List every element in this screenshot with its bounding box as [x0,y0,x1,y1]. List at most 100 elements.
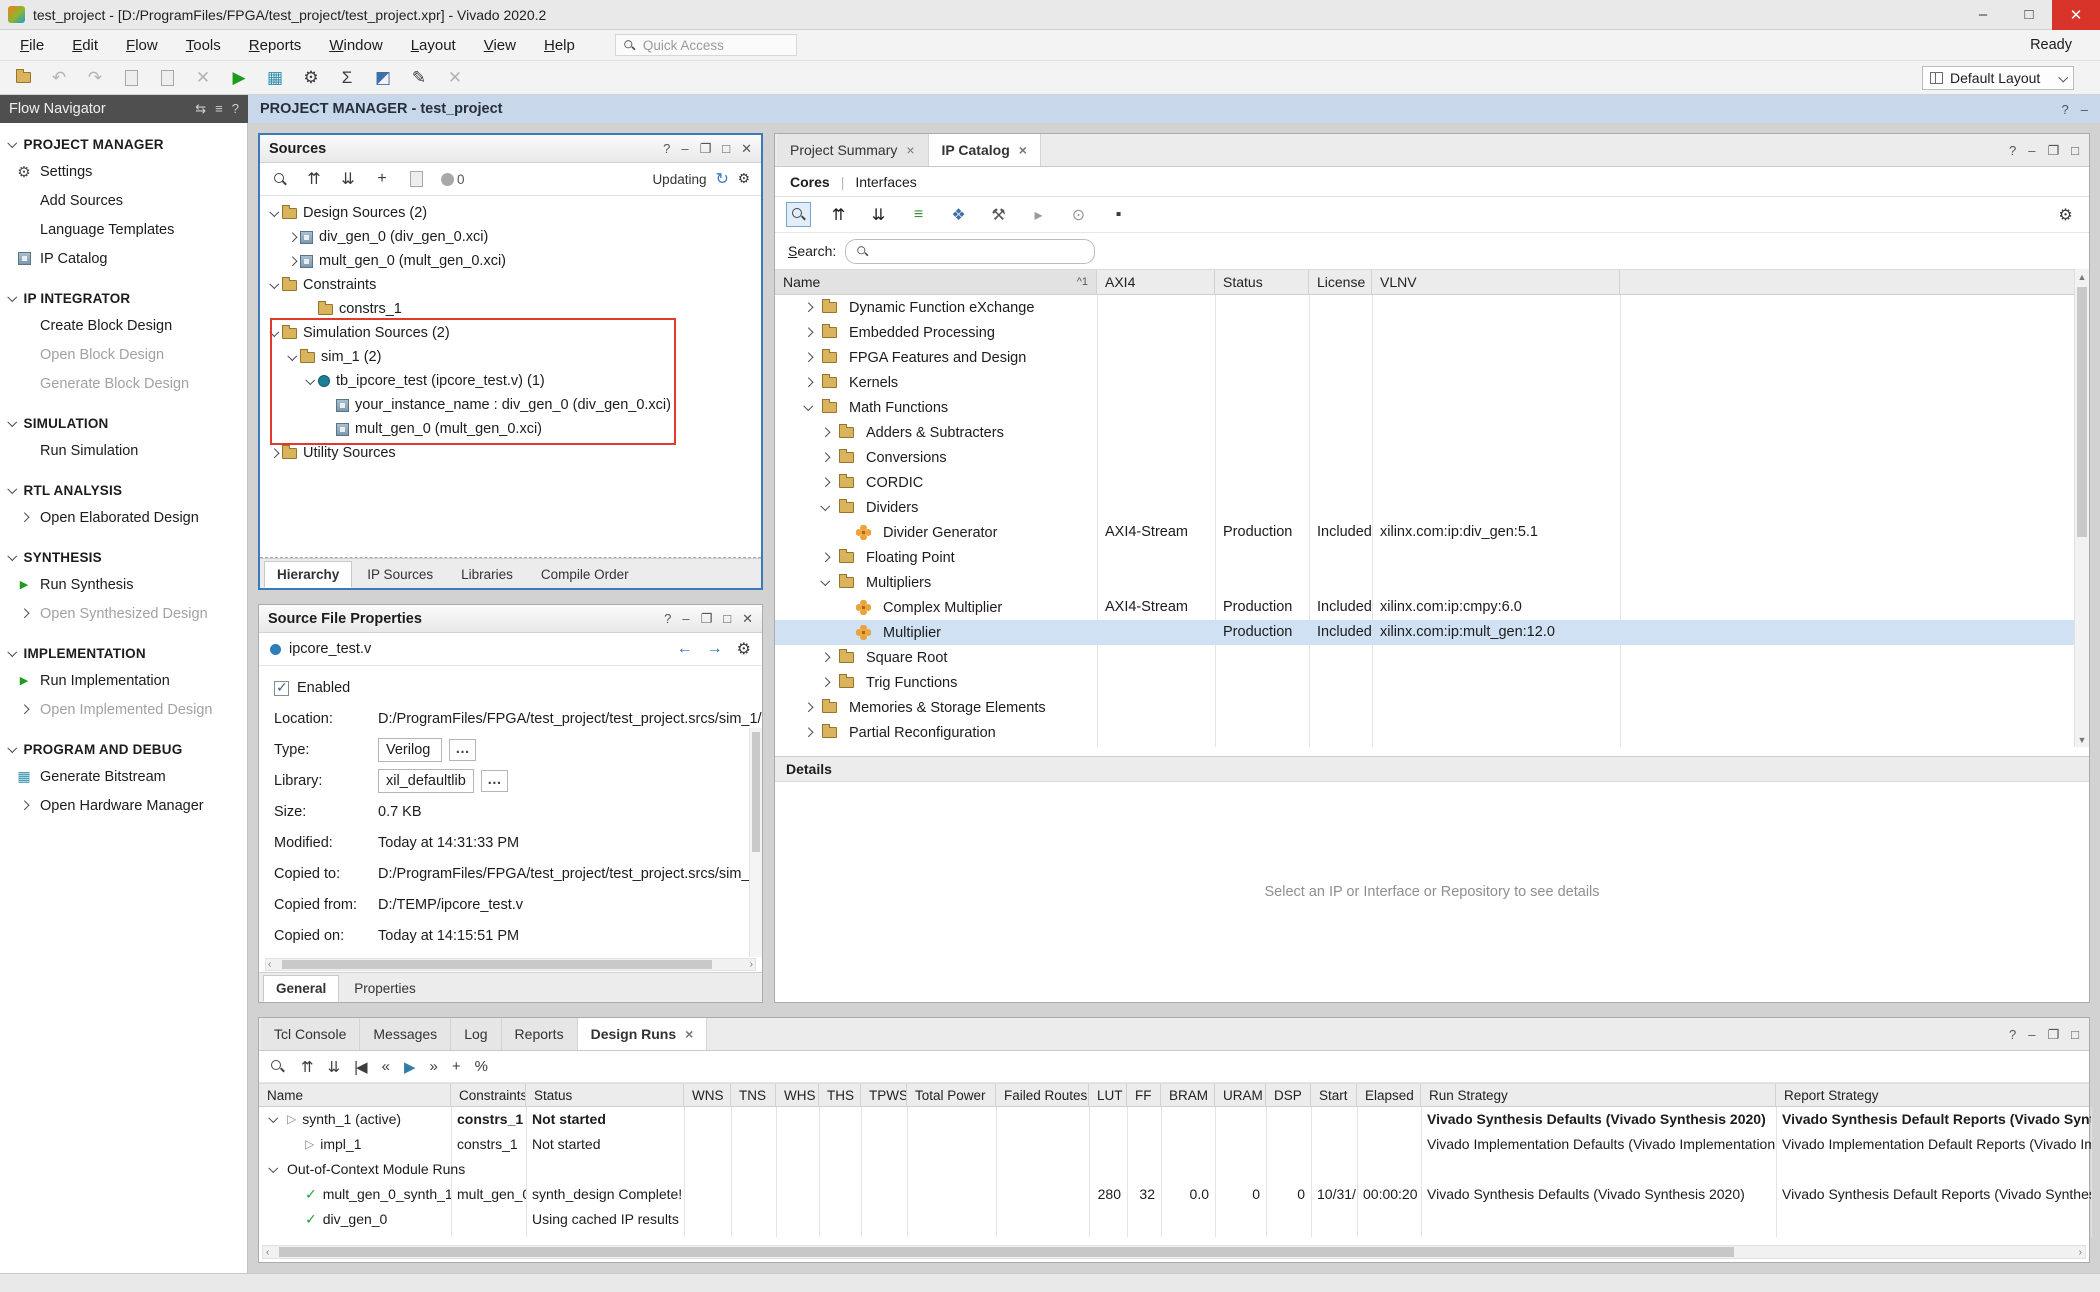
column-header-license[interactable]: License [1309,270,1372,294]
chevron-down-icon[interactable] [800,404,816,411]
chevron-right-icon[interactable] [817,654,833,661]
chevron-down-icon[interactable] [8,292,17,301]
chevron-down-icon[interactable] [817,504,833,511]
maximize-button[interactable]: □ [2006,0,2052,30]
flow-section-ip-integrator[interactable]: IP INTEGRATOR [0,285,247,311]
chevron-right-icon[interactable] [817,429,833,436]
flow-item-run-simulation[interactable]: Run Simulation [0,436,247,465]
design-run-row[interactable]: ✓div_gen_0Using cached IP results [259,1207,2089,1232]
flow-item-open-implemented-design[interactable]: Open Implemented Design [0,695,247,724]
chevron-right-icon[interactable] [19,609,28,618]
column-header-name[interactable]: Name [259,1084,451,1106]
minimize-icon[interactable]: – [2081,102,2088,117]
settings-icon[interactable]: ⚙ [2053,202,2078,227]
ip-catalog-row[interactable]: Embedded Processing [775,320,2089,345]
flow-item-open-block-design[interactable]: Open Block Design [0,340,247,369]
column-header-total-power[interactable]: Total Power [907,1084,996,1106]
forward-icon[interactable]: → [707,640,723,658]
subtab-cores[interactable]: Cores [790,174,830,190]
source-tree-item[interactable]: constrs_1 [260,297,761,321]
scroll-right-icon[interactable]: › [750,959,753,970]
column-header-uram[interactable]: URAM [1215,1084,1266,1106]
ip-catalog-row[interactable]: MultiplierProductionIncludedxilinx.com:i… [775,620,2089,645]
help-icon[interactable]: ? [2009,1027,2016,1042]
chevron-right-icon[interactable] [287,256,296,265]
design-run-row[interactable]: ▷synth_1 (active)constrs_1Not startedViv… [259,1107,2089,1132]
menu-window[interactable]: Window [315,30,396,61]
scroll-left-icon[interactable]: ‹ [266,1247,269,1258]
gear-icon[interactable]: ⚙ [737,639,751,659]
goto-first-icon[interactable]: |◀ [354,1058,365,1076]
settings-icon[interactable]: ⚙ [300,67,322,89]
quick-access-search[interactable]: Quick Access [615,34,797,56]
expand-all-icon[interactable]: ⇊ [328,1058,339,1076]
target-icon[interactable]: ⊙ [1066,202,1091,227]
vertical-scrollbar[interactable]: ▲ ▼ [2074,269,2089,747]
layout-selector[interactable]: Default Layout [1922,66,2074,90]
help-icon[interactable]: ? [2009,143,2016,158]
menu-flow[interactable]: Flow [112,30,172,61]
close-tab-icon[interactable]: × [685,1026,693,1042]
tab-log[interactable]: Log [451,1018,501,1050]
source-tree-item[interactable]: div_gen_0 (div_gen_0.xci) [260,225,761,249]
float-icon[interactable]: ❐ [700,141,712,157]
timing-icon[interactable]: ◩ [372,67,394,89]
subtab-interfaces[interactable]: Interfaces [855,174,916,190]
close-tab-icon[interactable]: × [1019,142,1027,158]
source-tree-item[interactable]: mult_gen_0 (mult_gen_0.xci) [260,249,761,273]
source-tree-item[interactable]: your_instance_name : div_gen_0 (div_gen_… [260,393,761,417]
chevron-down-icon[interactable] [8,484,17,493]
chevron-down-icon[interactable] [268,1113,277,1122]
flow-item-run-synthesis[interactable]: ▶Run Synthesis [0,570,247,599]
flow-item-settings[interactable]: ⚙Settings [0,157,247,186]
tab-properties[interactable]: Properties [341,975,429,1002]
ip-catalog-row[interactable]: Adders & Subtracters [775,420,2089,445]
flow-section-simulation[interactable]: SIMULATION [0,410,247,436]
expand-all-icon[interactable]: ⇊ [339,169,357,189]
run-icon[interactable]: ▶ [228,67,250,89]
chevron-right-icon[interactable] [803,728,812,737]
chevron-right-icon[interactable] [817,454,833,461]
flow-section-rtl-analysis[interactable]: RTL ANALYSIS [0,477,247,503]
chevron-right-icon[interactable] [266,450,282,457]
report-icon[interactable]: Σ [336,67,358,89]
column-header-dsp[interactable]: DSP [1266,1084,1311,1106]
help-icon[interactable]: ? [663,141,670,156]
dock-icon[interactable]: ⇆ [195,101,206,117]
chevron-down-icon[interactable] [287,351,296,360]
tab-tcl-console[interactable]: Tcl Console [261,1018,360,1050]
ip-catalog-row[interactable]: Math Functions [775,395,2089,420]
flow-item-add-sources[interactable]: Add Sources [0,186,247,215]
chevron-right-icon[interactable] [817,679,833,686]
ip-catalog-row[interactable]: Multipliers [775,570,2089,595]
chevron-right-icon[interactable] [19,513,28,522]
enabled-checkbox[interactable] [274,681,289,696]
details-icon[interactable]: ▪ [1106,202,1131,227]
minimize-icon[interactable]: – [681,141,688,156]
run-icon[interactable]: ▶ [404,1058,414,1076]
float-icon[interactable]: ❐ [701,611,713,627]
menu-edit[interactable]: Edit [58,30,112,61]
design-run-row[interactable]: Out-of-Context Module Runs [259,1157,2089,1182]
help-icon[interactable]: ? [664,611,671,626]
expand-all-icon[interactable]: ⇊ [866,202,891,227]
source-tree-item[interactable]: mult_gen_0 (mult_gen_0.xci) [260,417,761,441]
chevron-down-icon[interactable] [820,501,829,510]
step-forward-icon[interactable]: » [429,1058,435,1075]
column-header-report-strategy[interactable]: Report Strategy [1776,1084,2091,1106]
ip-catalog-row[interactable]: Partial Reconfiguration [775,720,2089,745]
step-back-icon[interactable]: « [382,1058,388,1075]
chevron-down-icon[interactable] [305,375,314,384]
column-header-vlnv[interactable]: VLNV [1372,270,1620,294]
chevron-right-icon[interactable] [803,328,812,337]
close-icon[interactable]: ✕ [741,141,752,157]
chevron-right-icon[interactable] [800,304,816,311]
close-button[interactable]: ✕ [2052,0,2100,30]
minimize-button[interactable]: – [1960,0,2006,30]
close-tab-icon[interactable]: × [906,142,914,158]
scroll-right-icon[interactable]: › [2079,1247,2082,1258]
create-runs-icon[interactable]: + [452,1058,459,1075]
column-header-whs[interactable]: WHS [776,1084,819,1106]
column-header-tpws[interactable]: TPWS [861,1084,907,1106]
chevron-right-icon[interactable] [800,379,816,386]
